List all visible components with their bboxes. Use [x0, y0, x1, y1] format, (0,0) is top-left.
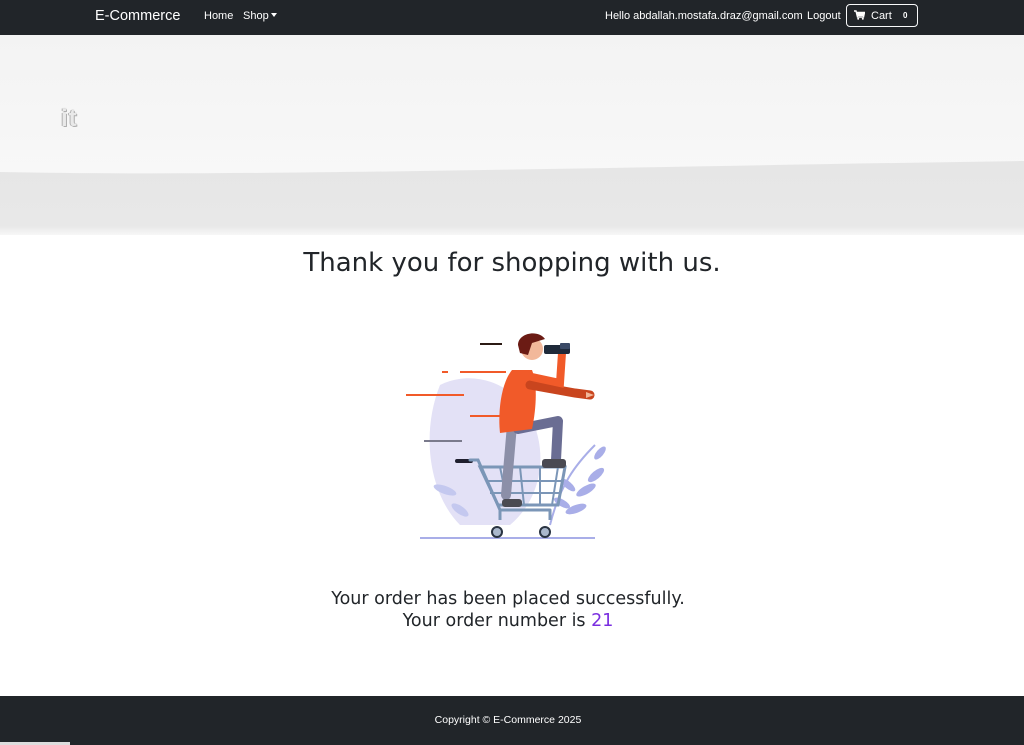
brand-link[interactable]: E-Commerce — [95, 8, 180, 24]
hero-text: it — [61, 105, 78, 132]
hero-banner: it — [0, 35, 1024, 235]
nav-shop-dropdown[interactable]: Shop — [243, 10, 277, 22]
logout-link[interactable]: Logout — [807, 10, 841, 22]
order-number-label: Your order number is — [402, 611, 586, 631]
top-navbar: E-Commerce Home Shop Hello abdallah.most… — [0, 0, 1024, 35]
hero-wave-background — [0, 35, 1024, 235]
page-footer: Copyright © E-Commerce 2025 — [0, 696, 1024, 745]
nav-home-link[interactable]: Home — [204, 10, 233, 22]
footer-copyright: Copyright © E-Commerce 2025 — [434, 714, 582, 726]
order-number: 21 — [591, 611, 614, 631]
page-title: Thank you for shopping with us. — [303, 248, 721, 278]
cart-icon — [854, 10, 866, 23]
cart-count-badge: 0 — [901, 11, 910, 20]
cart-label: Cart — [871, 10, 892, 22]
order-number-line: Your order number is 21 — [0, 610, 1016, 632]
user-greeting: Hello abdallah.mostafa.draz@gmail.com — [605, 10, 803, 22]
chevron-down-icon — [270, 13, 277, 17]
order-confirmation: Your order has been placed successfully.… — [0, 588, 1016, 632]
shopping-cart-illustration — [400, 325, 620, 550]
cart-button[interactable]: Cart 0 — [846, 4, 918, 27]
nav-shop-label: Shop — [243, 10, 269, 22]
order-success-message: Your order has been placed successfully. — [331, 589, 685, 609]
